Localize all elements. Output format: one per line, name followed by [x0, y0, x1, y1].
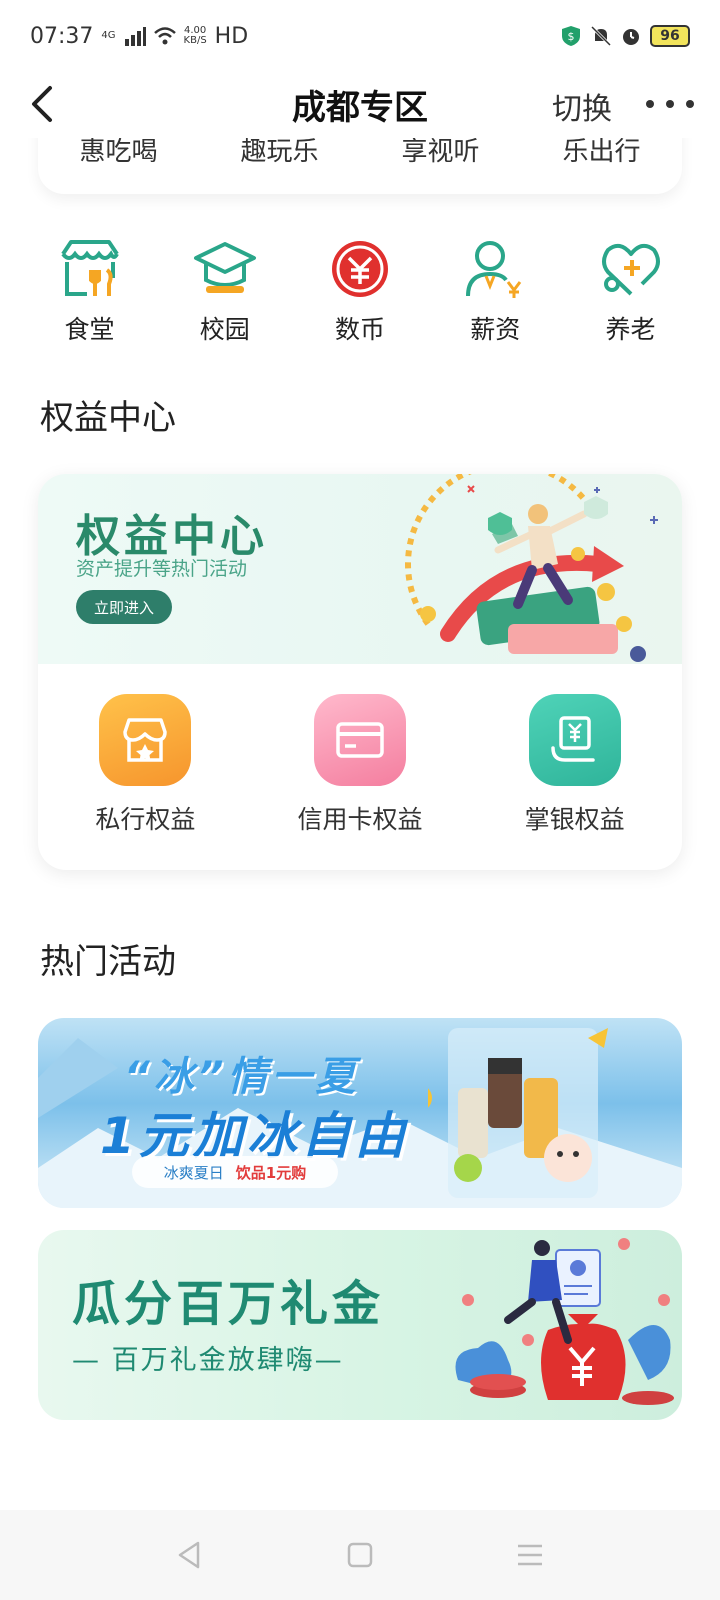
service-grid: 食堂 校园 数币 薪资 养老: [22, 238, 698, 348]
mute-bell-icon: [590, 25, 612, 47]
status-time: 07:37: [30, 23, 94, 49]
drinks-illustration: [428, 1028, 608, 1198]
ice-pill-right: 饮品1元购: [235, 1163, 307, 1182]
status-left: 07:37 4G 4.00 KB/S HD: [30, 24, 248, 49]
tab-travel[interactable]: 乐出行: [522, 138, 682, 168]
service-digital-yuan[interactable]: 数币: [293, 238, 428, 348]
rights-item-label: 信用卡权益: [297, 805, 423, 834]
switch-button[interactable]: 切换: [552, 84, 612, 128]
nav-home-icon[interactable]: [340, 1535, 380, 1575]
tab-eat-drink[interactable]: 惠吃喝: [39, 138, 199, 168]
ice-pill-left: 冰爽夏日: [163, 1163, 224, 1182]
battery-indicator: 96: [650, 25, 690, 47]
hd-label: HD: [214, 23, 249, 49]
gift-banner-subtitle: — 百万礼金放肆嗨—: [72, 1345, 344, 1376]
rights-item-mobile[interactable]: 掌银权益: [475, 694, 675, 844]
alarm-icon: [623, 29, 639, 45]
service-pension[interactable]: 养老: [563, 238, 698, 348]
tab-fun[interactable]: 趣玩乐: [200, 138, 360, 168]
service-campus[interactable]: 校园: [157, 238, 292, 348]
tab-media[interactable]: 享视听: [361, 138, 521, 168]
status-right: $ 96: [560, 25, 690, 47]
ice-banner-pill: 冰爽夏日 饮品1元购: [132, 1156, 338, 1188]
private-bank-icon: [99, 694, 192, 786]
credit-card-icon: [313, 694, 406, 786]
section-title-activities: 热门活动: [40, 942, 176, 982]
nav-back-icon[interactable]: [170, 1535, 210, 1575]
ice-promo-banner[interactable]: “冰”情一夏 1元加冰自由 冰爽夏日 饮品1元购: [38, 1018, 682, 1208]
rights-item-credit[interactable]: 信用卡权益: [260, 694, 460, 844]
net-speed: 4.00 KB/S: [184, 26, 207, 46]
net-speed-unit: KB/S: [183, 35, 207, 46]
canteen-icon: [60, 240, 119, 296]
system-nav-bar: [0, 1510, 720, 1600]
rights-item-label: 掌银权益: [524, 805, 625, 834]
enter-now-button[interactable]: 立即进入: [76, 590, 172, 624]
nav-menu-icon[interactable]: [510, 1535, 550, 1575]
service-canteen[interactable]: 食堂: [22, 238, 157, 348]
service-label: 数币: [334, 315, 385, 344]
service-label: 食堂: [64, 315, 115, 344]
gift-money-banner[interactable]: 瓜分百万礼金 — 百万礼金放肆嗨—: [38, 1230, 682, 1420]
mobile-bank-icon: [528, 694, 621, 786]
ice-banner-line1: “冰”情一夏: [124, 1054, 360, 1100]
service-salary[interactable]: 薪资: [428, 238, 563, 348]
pension-icon: [601, 243, 660, 296]
service-label: 薪资: [470, 315, 521, 344]
salary-icon: [466, 241, 522, 298]
shield-dollar-icon: $: [562, 26, 580, 46]
gift-banner-title: 瓜分百万礼金: [72, 1276, 385, 1332]
service-label: 养老: [605, 315, 656, 344]
svg-text:$: $: [568, 30, 575, 43]
wifi-icon: [153, 27, 176, 45]
scroll-content[interactable]: 惠吃喝 趣玩乐 享视听 乐出行 食堂 校园 数币 薪资 养老 权益中心 权益中心…: [0, 138, 720, 1510]
service-label: 校园: [199, 315, 250, 344]
rights-items: 私行权益 信用卡权益 掌银权益: [38, 694, 682, 844]
money-bag-illustration: [455, 1238, 674, 1405]
category-tabs: 惠吃喝 趣玩乐 享视听 乐出行: [38, 138, 682, 194]
app-header: 成都专区 切换: [0, 72, 720, 138]
page-title: 成都专区: [292, 88, 428, 128]
rights-center-banner[interactable]: 权益中心 资产提升等热门活动 立即进入: [38, 474, 682, 664]
network-type: 4G: [101, 30, 116, 41]
status-bar: 07:37 4G 4.00 KB/S HD $ 96: [0, 0, 720, 72]
rights-banner-subtitle: 资产提升等热门活动: [76, 558, 248, 580]
rights-item-label: 私行权益: [95, 805, 196, 834]
campus-icon: [193, 242, 256, 293]
digital-yuan-icon: [332, 241, 388, 297]
rights-illustration: [405, 474, 658, 662]
rights-center-card: 权益中心 资产提升等热门活动 立即进入 私行权益 信用卡权益 掌银权益: [38, 474, 682, 870]
signal-icon: [124, 27, 146, 46]
more-icon[interactable]: [640, 84, 700, 124]
rights-item-private[interactable]: 私行权益: [45, 694, 245, 844]
section-title-rights: 权益中心: [40, 398, 176, 438]
